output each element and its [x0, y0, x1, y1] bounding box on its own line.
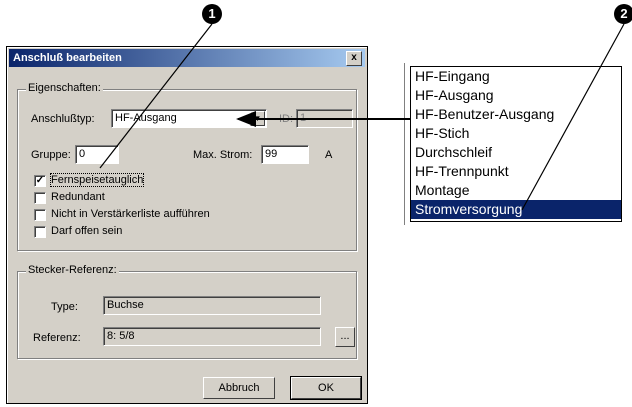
callout-lines [99, 23, 625, 211]
callout-1-line [99, 23, 213, 169]
callout-marker-2: 2 [614, 4, 632, 24]
callout-2-line [521, 23, 625, 211]
callout-marker-1: 1 [202, 4, 222, 24]
